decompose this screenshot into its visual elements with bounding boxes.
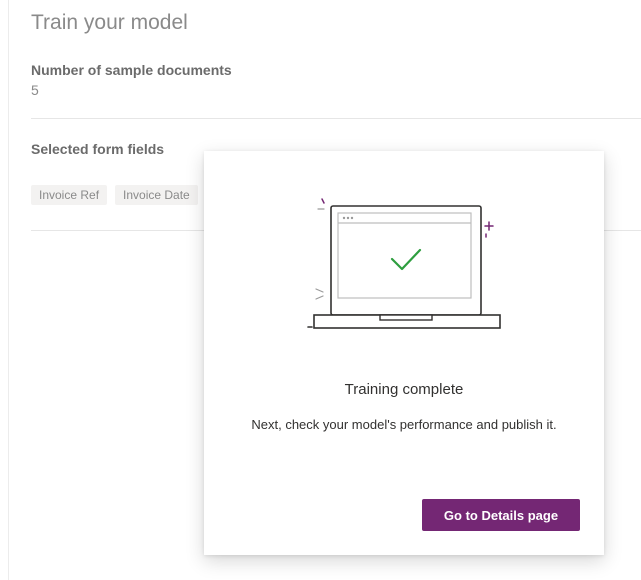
sample-documents-label: Number of sample documents — [31, 62, 232, 78]
dialog-message: Next, check your model's performance and… — [251, 417, 557, 432]
laptop-checkmark-icon — [307, 198, 501, 329]
section-divider — [31, 118, 641, 119]
selected-fields-tags: Invoice Ref Invoice Date — [31, 185, 198, 205]
go-to-details-button[interactable]: Go to Details page — [422, 499, 580, 531]
sample-documents-value: 5 — [31, 82, 39, 98]
train-model-page: Train your model Number of sample docume… — [0, 0, 641, 580]
field-tag: Invoice Ref — [31, 185, 108, 205]
left-border — [8, 0, 9, 580]
page-title: Train your model — [31, 11, 188, 34]
selected-fields-label: Selected form fields — [31, 141, 165, 157]
field-tag: Invoice Date — [115, 185, 198, 205]
dialog-title: Training complete — [344, 381, 464, 398]
training-complete-dialog: Training complete Next, check your model… — [204, 151, 604, 555]
